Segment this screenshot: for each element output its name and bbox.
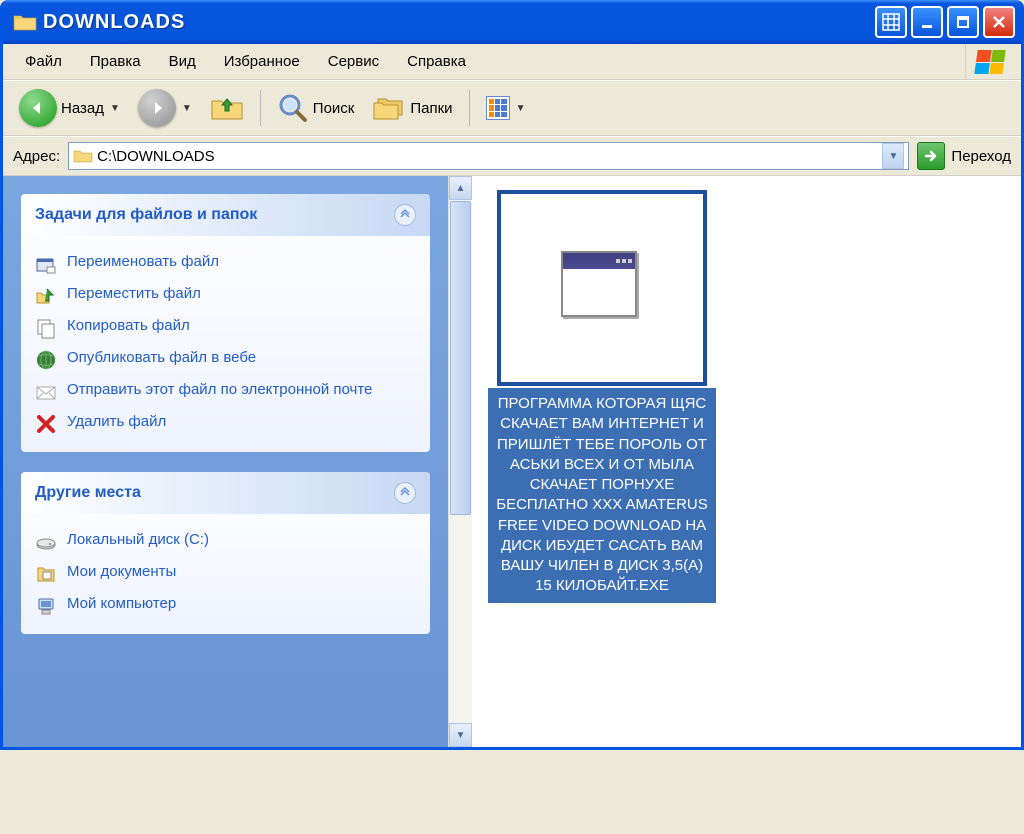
- search-icon: [277, 92, 309, 124]
- address-input-wrap[interactable]: ▼: [68, 142, 909, 170]
- collapse-icon: [394, 204, 416, 226]
- windows-logo: [965, 44, 1013, 80]
- task-rename[interactable]: Переименовать файл: [35, 248, 416, 280]
- views-dropdown-icon: ▼: [516, 103, 526, 114]
- menu-edit[interactable]: Правка: [76, 49, 155, 74]
- place-docs-label: Мои документы: [67, 563, 176, 580]
- views-button[interactable]: ▼: [480, 92, 532, 124]
- menu-favorites[interactable]: Избранное: [210, 49, 314, 74]
- email-icon: [35, 381, 57, 403]
- minimize-button[interactable]: [911, 6, 943, 38]
- folders-button[interactable]: Папки: [366, 89, 458, 127]
- docs-icon: [35, 563, 57, 585]
- task-copy-label: Копировать файл: [67, 317, 190, 334]
- folders-icon: [372, 93, 406, 123]
- forward-dropdown-icon: ▼: [182, 103, 192, 114]
- tasks-panel-body: Переименовать файл Переместить файл Копи…: [21, 236, 430, 452]
- copy-icon: [35, 317, 57, 339]
- address-label: Адрес:: [13, 148, 60, 165]
- maximize-button[interactable]: [947, 6, 979, 38]
- tasks-panel-header[interactable]: Задачи для файлов и папок: [21, 194, 430, 236]
- content-area: Задачи для файлов и папок Переименовать …: [3, 176, 1021, 747]
- places-panel: Другие места Локальный диск (C:) Мои док…: [21, 472, 430, 634]
- go-icon: [917, 142, 945, 170]
- forward-icon: [138, 89, 176, 127]
- rename-icon: [35, 253, 57, 275]
- place-computer-label: Мой компьютер: [67, 595, 176, 612]
- task-publish-label: Опубликовать файл в вебе: [67, 349, 256, 366]
- collapse-icon-2: [394, 482, 416, 504]
- task-copy[interactable]: Копировать файл: [35, 312, 416, 344]
- back-button[interactable]: Назад ▼: [13, 85, 126, 131]
- addressbar: Адрес: ▼ Переход: [3, 136, 1021, 176]
- go-button[interactable]: Переход: [917, 142, 1011, 170]
- places-panel-header[interactable]: Другие места: [21, 472, 430, 514]
- window-title: DOWNLOADS: [43, 11, 875, 34]
- toolbar-separator: [260, 90, 261, 126]
- menu-file[interactable]: Файл: [11, 49, 76, 74]
- menu-view[interactable]: Вид: [155, 49, 210, 74]
- toolbar-separator-2: [469, 90, 470, 126]
- task-email-label: Отправить этот файл по электронной почте: [67, 381, 372, 398]
- explorer-window: DOWNLOADS Файл Правка Вид Избранное Серв…: [0, 0, 1024, 750]
- menu-help[interactable]: Справка: [393, 49, 480, 74]
- titlebar-folder-icon: [13, 12, 37, 32]
- drive-icon: [35, 531, 57, 553]
- window-controls: [875, 6, 1015, 38]
- scroll-thumb[interactable]: [450, 201, 471, 515]
- folders-label: Папки: [410, 100, 452, 117]
- file-name-label: ПРОГРАММА КОТОРАЯ ЩЯС СКАЧАЕТ ВАМ ИНТЕРН…: [488, 388, 716, 603]
- application-icon: [561, 251, 643, 325]
- titlebar[interactable]: DOWNLOADS: [3, 0, 1021, 44]
- address-folder-icon: [73, 148, 93, 164]
- views-icon: [486, 96, 510, 120]
- scroll-up-icon[interactable]: ▲: [449, 176, 472, 200]
- forward-button[interactable]: ▼: [132, 85, 198, 131]
- publish-icon: [35, 349, 57, 371]
- menu-tools[interactable]: Сервис: [314, 49, 393, 74]
- search-label: Поиск: [313, 100, 355, 117]
- task-email[interactable]: Отправить этот файл по электронной почте: [35, 376, 416, 408]
- back-dropdown-icon: ▼: [110, 103, 120, 114]
- address-input[interactable]: [97, 148, 882, 165]
- place-drive-label: Локальный диск (C:): [67, 531, 209, 548]
- task-delete-label: Удалить файл: [67, 413, 166, 430]
- up-button[interactable]: [204, 89, 250, 127]
- task-move[interactable]: Переместить файл: [35, 280, 416, 312]
- sidebar: Задачи для файлов и папок Переименовать …: [3, 176, 448, 747]
- file-thumbnail: [497, 190, 707, 386]
- move-icon: [35, 285, 57, 307]
- tasks-panel: Задачи для файлов и папок Переименовать …: [21, 194, 430, 452]
- scroll-track[interactable]: [449, 200, 472, 723]
- folder-up-icon: [210, 93, 244, 123]
- place-drive[interactable]: Локальный диск (C:): [35, 526, 416, 558]
- computer-icon: [35, 595, 57, 617]
- toolbar: Назад ▼ ▼ Поиск Папки ▼: [3, 80, 1021, 136]
- back-label: Назад: [61, 100, 104, 117]
- menubar: Файл Правка Вид Избранное Сервис Справка: [3, 44, 1021, 80]
- close-button[interactable]: [983, 6, 1015, 38]
- places-panel-body: Локальный диск (C:) Мои документы Мой ко…: [21, 514, 430, 634]
- scroll-down-icon[interactable]: ▼: [449, 723, 472, 747]
- delete-icon: [35, 413, 57, 435]
- place-computer[interactable]: Мой компьютер: [35, 590, 416, 622]
- back-icon: [19, 89, 57, 127]
- file-view[interactable]: ПРОГРАММА КОТОРАЯ ЩЯС СКАЧАЕТ ВАМ ИНТЕРН…: [472, 176, 1021, 747]
- task-move-label: Переместить файл: [67, 285, 201, 302]
- file-item[interactable]: ПРОГРАММА КОТОРАЯ ЩЯС СКАЧАЕТ ВАМ ИНТЕРН…: [486, 190, 718, 603]
- address-dropdown-icon[interactable]: ▼: [882, 143, 904, 169]
- sidebar-scrollbar[interactable]: ▲ ▼: [448, 176, 472, 747]
- places-panel-title: Другие места: [35, 484, 141, 502]
- task-rename-label: Переименовать файл: [67, 253, 219, 270]
- task-publish[interactable]: Опубликовать файл в вебе: [35, 344, 416, 376]
- go-label: Переход: [951, 148, 1011, 165]
- task-delete[interactable]: Удалить файл: [35, 408, 416, 440]
- tasks-panel-title: Задачи для файлов и папок: [35, 206, 257, 224]
- search-button[interactable]: Поиск: [271, 88, 361, 128]
- grid-view-button[interactable]: [875, 6, 907, 38]
- place-docs[interactable]: Мои документы: [35, 558, 416, 590]
